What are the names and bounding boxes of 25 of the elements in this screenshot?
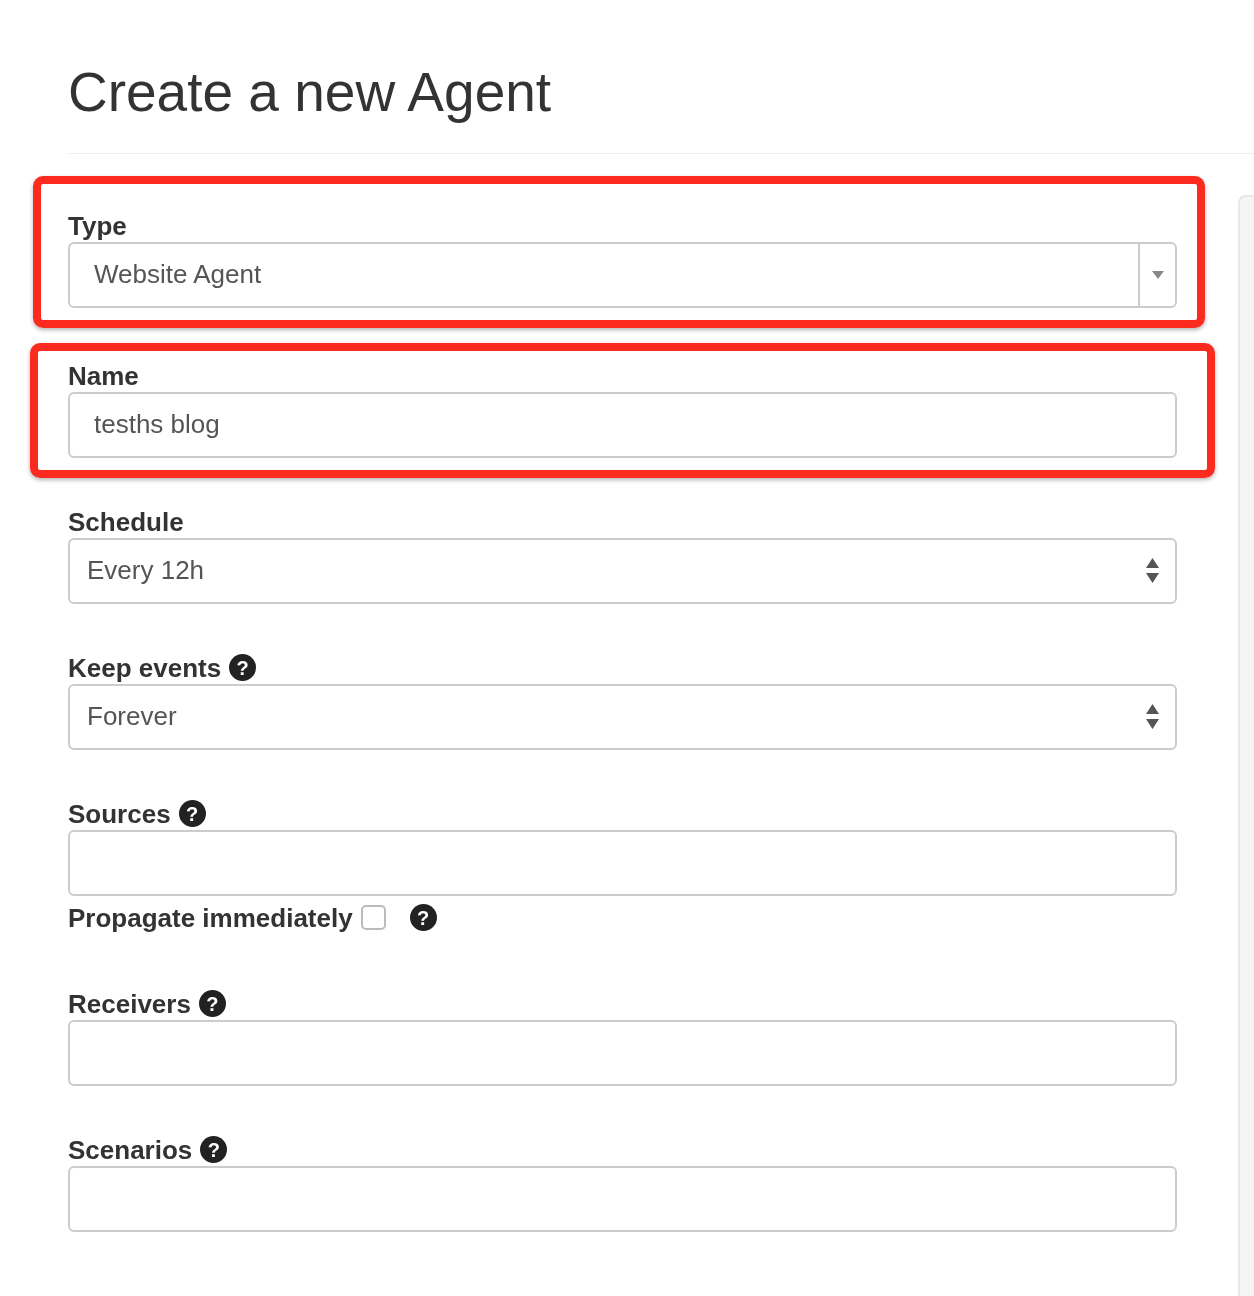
up-down-arrows-icon: [1146, 703, 1159, 730]
help-icon[interactable]: ?: [409, 904, 437, 931]
help-icon[interactable]: ?: [178, 800, 206, 827]
checkbox-label: Propagate immediately: [68, 902, 353, 933]
input-field[interactable]: tesths blog: [68, 391, 1177, 458]
select-field[interactable]: Every 12h: [68, 537, 1177, 604]
field-label: Receivers: [68, 988, 191, 1019]
help-icon[interactable]: ?: [229, 654, 257, 681]
select-field[interactable]: Forever: [68, 683, 1177, 750]
field-label: Scenarios: [68, 1134, 193, 1165]
field-label: Type: [68, 210, 127, 241]
field-label: Schedule: [68, 506, 184, 537]
caret-icon: [1151, 270, 1164, 279]
up-down-arrows-icon: [1146, 557, 1159, 584]
input-field[interactable]: [68, 1165, 1177, 1232]
input-field[interactable]: [68, 829, 1177, 896]
field-label: Sources: [68, 798, 171, 829]
checkbox[interactable]: [360, 905, 386, 930]
help-icon[interactable]: ?: [198, 990, 226, 1017]
help-icon[interactable]: ?: [200, 1136, 228, 1163]
page-title: Create a new Agent: [68, 62, 552, 123]
input-field[interactable]: [68, 1019, 1177, 1086]
select-field[interactable]: Website Agent: [68, 241, 1177, 308]
field-label: Name: [68, 360, 139, 391]
field-label: Keep events: [68, 652, 222, 683]
